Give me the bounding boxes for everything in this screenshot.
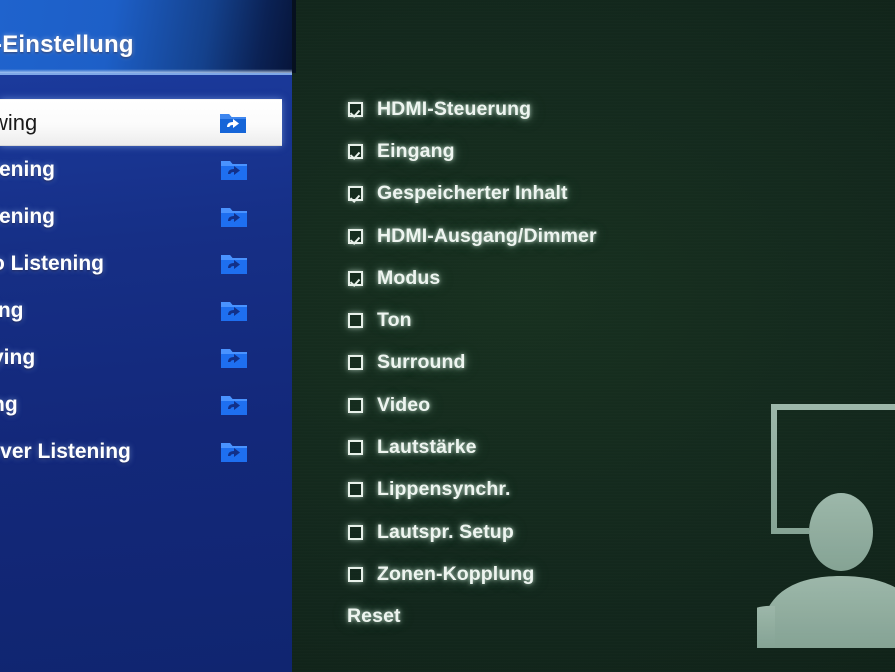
option-row[interactable]: Gespeicherter Inhalt <box>348 173 818 215</box>
option-row[interactable]: Lautspr. Setup <box>348 511 818 553</box>
checkbox-checked-icon[interactable] <box>348 228 363 244</box>
sidebar-item[interactable]: ng <box>0 381 292 428</box>
option-row[interactable]: Modus <box>348 257 818 299</box>
folder-shortcut-icon <box>220 112 246 133</box>
option-label: Lippensynchr. <box>377 478 511 501</box>
checkbox-unchecked-icon[interactable] <box>348 313 363 329</box>
checkbox-unchecked-icon[interactable] <box>348 524 363 540</box>
checkbox-unchecked-icon[interactable] <box>348 440 363 456</box>
folder-shortcut-icon <box>221 300 247 321</box>
sidebar-item-label: ying <box>0 345 36 369</box>
checkbox-checked-icon[interactable] <box>348 186 363 202</box>
option-row[interactable]: Ton <box>348 299 818 341</box>
folder-shortcut-icon <box>221 394 247 415</box>
sidebar-item[interactable]: ing <box>0 287 292 334</box>
checkbox-checked-icon[interactable] <box>348 101 363 117</box>
option-row[interactable]: Video <box>348 384 818 426</box>
sidebar-item[interactable]: tening <box>0 146 292 193</box>
option-label: Modus <box>377 266 441 289</box>
hdmi-settings-option-list: HDMI-Steuerung Eingang Gespeicherter Inh… <box>347 88 818 638</box>
sidebar-body: wing tening <box>0 73 292 672</box>
sidebar-item-label: tening <box>0 204 55 228</box>
reset-label: Reset <box>347 605 401 628</box>
option-label: Zonen-Kopplung <box>377 562 535 585</box>
option-label: Ton <box>377 309 412 332</box>
sidebar-header: -Einstellung <box>0 0 292 73</box>
checkbox-checked-icon[interactable] <box>348 270 363 286</box>
sidebar-item-label: rver Listening <box>0 439 131 463</box>
tv-settings-screen: HDMI-Steuerung Eingang Gespeicherter Inh… <box>0 0 895 672</box>
option-label: HDMI-Steuerung <box>377 97 532 120</box>
folder-shortcut-icon <box>221 206 247 227</box>
option-label: HDMI-Ausgang/Dimmer <box>377 224 597 247</box>
folder-shortcut-icon <box>221 159 247 180</box>
checkbox-unchecked-icon[interactable] <box>348 397 363 413</box>
checkbox-checked-icon[interactable] <box>348 143 363 159</box>
option-label: Lautstärke <box>377 436 477 459</box>
option-label: Video <box>377 393 431 416</box>
checkbox-unchecked-icon[interactable] <box>348 482 363 498</box>
option-label: Gespeicherter Inhalt <box>377 182 568 205</box>
sidebar-item-label: ing <box>0 298 24 322</box>
option-label: Eingang <box>377 139 455 162</box>
sidebar-item-label: ng <box>0 392 18 416</box>
sidebar: -Einstellung wing tening <box>0 0 292 672</box>
folder-shortcut-icon <box>221 253 247 274</box>
sidebar-item[interactable]: tening <box>0 193 292 240</box>
option-row[interactable]: Lautstärke <box>348 426 818 468</box>
sidebar-menu-list: wing tening <box>0 99 292 475</box>
option-row[interactable]: Surround <box>348 342 818 384</box>
option-row[interactable]: HDMI-Steuerung <box>348 88 818 130</box>
sidebar-item[interactable]: rver Listening <box>0 428 292 475</box>
header-edge-shadow <box>292 0 296 73</box>
folder-shortcut-icon <box>221 441 247 462</box>
sidebar-item-label: o Listening <box>0 251 104 275</box>
option-row[interactable]: HDMI-Ausgang/Dimmer <box>348 215 818 257</box>
sidebar-item[interactable]: o Listening <box>0 240 292 287</box>
sidebar-item[interactable]: ying <box>0 334 292 381</box>
option-row[interactable]: Lippensynchr. <box>348 469 818 511</box>
option-row[interactable]: Zonen-Kopplung <box>348 553 818 595</box>
checkbox-unchecked-icon[interactable] <box>348 566 363 582</box>
page-title: -Einstellung <box>0 31 134 58</box>
folder-shortcut-icon <box>221 347 247 368</box>
option-row[interactable]: Eingang <box>348 130 818 172</box>
sidebar-item-selected[interactable]: wing <box>0 99 282 146</box>
sidebar-item-label: tening <box>0 157 55 181</box>
sidebar-item-label: wing <box>0 109 38 135</box>
reset-row[interactable]: Reset <box>347 596 818 638</box>
option-label: Lautspr. Setup <box>377 520 514 543</box>
option-label: Surround <box>377 351 466 374</box>
checkbox-unchecked-icon[interactable] <box>348 355 363 371</box>
